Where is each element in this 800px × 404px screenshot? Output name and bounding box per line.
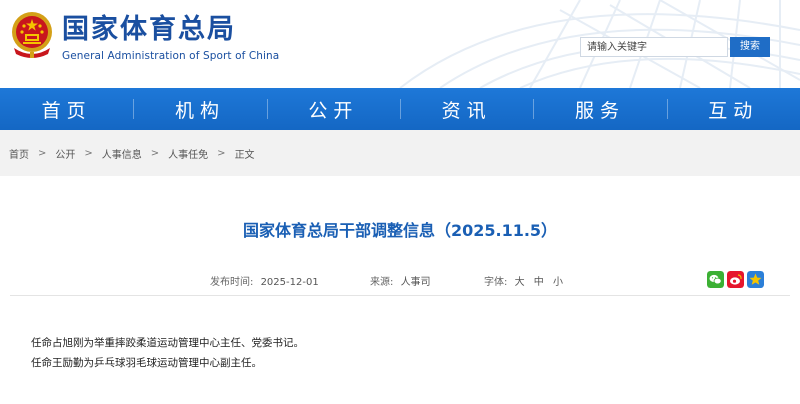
nav-item-public[interactable]: 公开 <box>266 88 400 130</box>
breadcrumb-personnel-info[interactable]: 人事信息 <box>102 146 142 161</box>
site-title-english[interactable]: General Administration of Sport of China <box>62 50 279 63</box>
site-title[interactable]: 国家体育总局 <box>62 14 236 46</box>
breadcrumb-separator: > <box>84 147 93 159</box>
site-header: 国家体育总局 General Administration of Sport o… <box>0 0 800 88</box>
article-paragraph: 任命王励勤为乒乓球羽毛球运动管理中心副主任。 <box>31 357 262 369</box>
weibo-icon[interactable] <box>727 271 744 288</box>
breadcrumb-appointments[interactable]: 人事任免 <box>168 146 208 161</box>
font-size-controls: 字体: 大 中 小 <box>484 276 563 290</box>
search-button[interactable]: 搜索 <box>730 37 770 57</box>
breadcrumb-public[interactable]: 公开 <box>55 146 75 161</box>
font-size-label: 字体: <box>484 277 508 288</box>
qzone-icon[interactable] <box>747 271 764 288</box>
publish-date: 2025-12-01 <box>260 277 319 288</box>
main-nav: 首页 机构 公开 资讯 服务 互动 <box>0 88 800 130</box>
breadcrumb-separator: > <box>38 147 47 159</box>
font-size-small-button[interactable]: 小 <box>553 277 563 288</box>
article-divider <box>10 295 790 296</box>
breadcrumb-home[interactable]: 首页 <box>9 146 29 161</box>
search-input[interactable] <box>580 37 728 57</box>
breadcrumb-current: 正文 <box>234 149 255 161</box>
breadcrumb: 首页 > 公开 > 人事信息 > 人事任免 > 正文 <box>0 130 800 176</box>
article-source: 来源: 人事司 <box>370 276 431 290</box>
article-title: 国家体育总局干部调整信息（2025.11.5） <box>242 221 558 240</box>
publish-time-label: 发布时间: <box>210 277 254 288</box>
nav-item-services[interactable]: 服务 <box>533 88 666 130</box>
font-size-large-button[interactable]: 大 <box>515 277 525 288</box>
font-size-medium-button[interactable]: 中 <box>534 277 544 288</box>
source-value: 人事司 <box>400 277 431 288</box>
article-paragraph: 任命占旭刚为举重摔跤柔道运动管理中心主任、党委书记。 <box>31 337 304 349</box>
nav-item-home[interactable]: 首页 <box>0 88 133 130</box>
publish-time: 发布时间: 2025-12-01 <box>210 276 319 290</box>
source-label: 来源: <box>370 277 394 288</box>
nav-item-interaction[interactable]: 互动 <box>666 88 800 130</box>
wechat-icon[interactable] <box>707 271 724 288</box>
national-emblem-icon[interactable] <box>10 10 54 60</box>
breadcrumb-separator: > <box>150 147 160 159</box>
nav-item-news[interactable]: 资讯 <box>399 88 533 130</box>
nav-item-organization[interactable]: 机构 <box>133 88 266 130</box>
breadcrumb-separator: > <box>217 147 226 159</box>
